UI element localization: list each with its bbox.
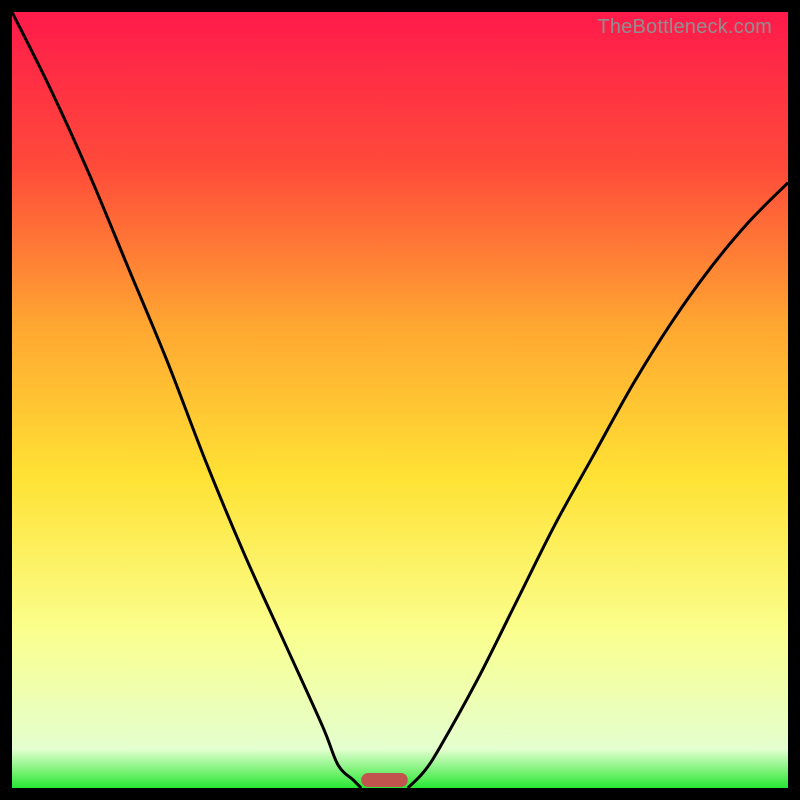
gradient-background [12, 12, 788, 788]
bottleneck-marker [361, 773, 408, 787]
watermark-text: TheBottleneck.com [597, 16, 772, 39]
chart-frame: TheBottleneck.com [12, 12, 788, 788]
chart-svg [12, 12, 788, 788]
